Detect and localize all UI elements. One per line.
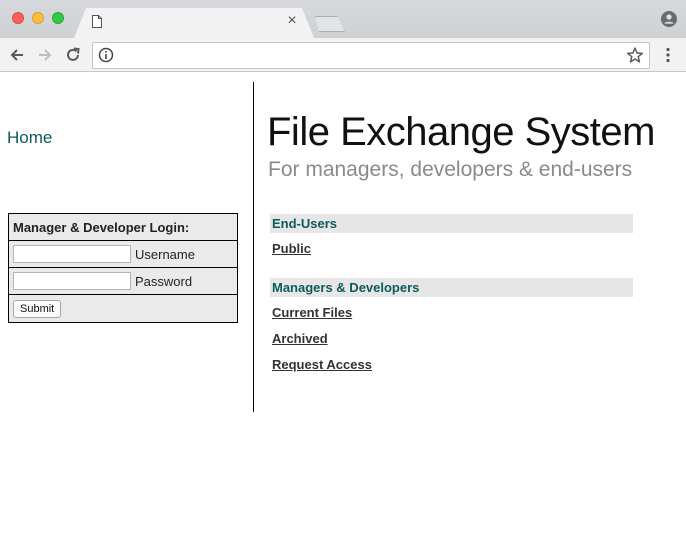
- address-bar[interactable]: [92, 42, 650, 69]
- window-close-button[interactable]: [12, 12, 24, 24]
- page-subtitle: For managers, developers & end-users: [268, 158, 633, 181]
- page-title: File Exchange System: [267, 110, 655, 154]
- menu-dots-icon[interactable]: [662, 46, 674, 64]
- login-form: Manager & Developer Login: Username Pass…: [8, 213, 238, 323]
- section-header-end-users: End-Users: [270, 214, 633, 233]
- password-row: Password: [9, 268, 237, 295]
- tab-close-icon[interactable]: ×: [284, 13, 300, 29]
- info-icon[interactable]: [98, 47, 114, 63]
- home-link[interactable]: Home: [7, 128, 52, 148]
- window-minimize-button[interactable]: [32, 12, 44, 24]
- vertical-divider: [253, 82, 254, 412]
- username-label: Username: [135, 246, 195, 262]
- submit-row: Submit: [9, 295, 237, 322]
- link-archived[interactable]: Archived: [272, 331, 328, 346]
- profile-icon[interactable]: [661, 11, 677, 27]
- submit-button[interactable]: Submit: [13, 299, 62, 318]
- section-header-managers-developers: Managers & Developers: [270, 278, 633, 297]
- link-public[interactable]: Public: [272, 241, 311, 256]
- password-input[interactable]: [13, 272, 131, 290]
- back-arrow-icon[interactable]: [8, 46, 26, 64]
- username-input[interactable]: [13, 245, 131, 263]
- star-icon[interactable]: [626, 46, 644, 64]
- reload-icon[interactable]: [64, 46, 82, 64]
- page-icon: [92, 15, 102, 28]
- login-header: Manager & Developer Login:: [9, 214, 237, 241]
- username-row: Username: [9, 241, 237, 268]
- tab-title: [110, 14, 270, 30]
- page-content: Home Manager & Developer Login: Username…: [0, 72, 686, 546]
- link-request-access[interactable]: Request Access: [272, 357, 372, 372]
- forward-arrow-icon[interactable]: [36, 46, 54, 64]
- window-maximize-button[interactable]: [52, 12, 64, 24]
- password-label: Password: [135, 273, 193, 289]
- link-current-files[interactable]: Current Files: [272, 305, 352, 320]
